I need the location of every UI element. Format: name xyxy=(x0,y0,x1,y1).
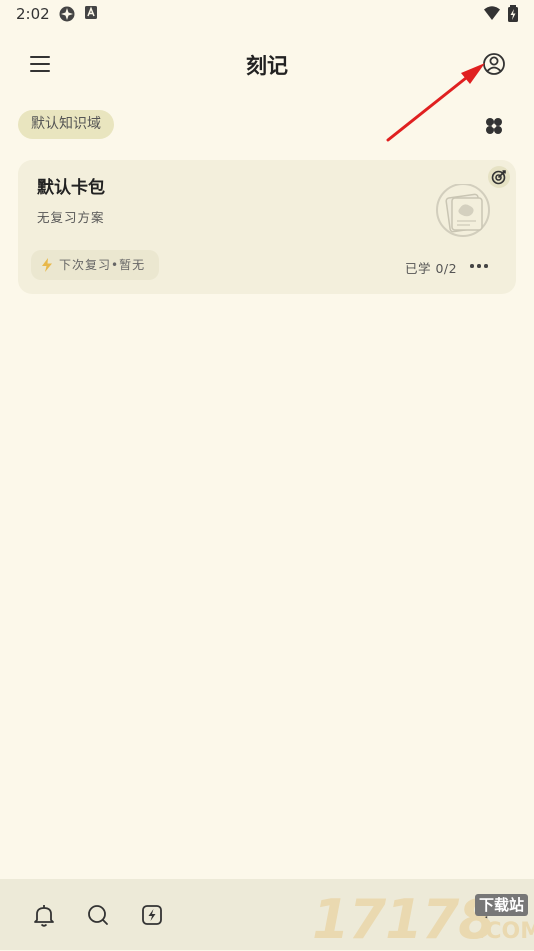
bolt-icon xyxy=(42,258,52,272)
status-time: 2:02 xyxy=(16,5,50,23)
profile-icon[interactable] xyxy=(478,48,510,80)
bell-icon[interactable] xyxy=(30,901,58,929)
watermark-suffix: .COM xyxy=(477,919,534,944)
deck-progress: 已学 0/2 xyxy=(405,261,458,276)
clover-grid-icon[interactable] xyxy=(481,113,507,139)
more-options-button[interactable] xyxy=(469,256,491,274)
quick-review-bolt-icon[interactable] xyxy=(138,901,166,929)
knowledge-domain-chip[interactable]: 默认知识域 xyxy=(18,110,114,139)
card-pack-illustration-icon xyxy=(436,184,490,237)
search-icon[interactable] xyxy=(84,901,112,929)
sync-icon xyxy=(59,6,75,22)
deck-review-plan: 无复习方案 xyxy=(37,210,105,225)
wifi-icon xyxy=(484,6,500,20)
deck-title: 默认卡包 xyxy=(37,178,105,198)
next-review-label: 下次复习•暂无 xyxy=(59,258,146,272)
site-watermark: 17178 下载站 .COM xyxy=(312,890,534,950)
deck-card[interactable]: 默认卡包 无复习方案 下次复习•暂无 已学 0/2 xyxy=(18,160,516,294)
status-bar: 2:02 xyxy=(0,0,534,28)
watermark-number: 17178 xyxy=(312,888,496,951)
notification-a-icon xyxy=(85,6,97,19)
page-title: 刻记 xyxy=(246,54,288,78)
battery-icon xyxy=(508,5,518,22)
next-review-chip[interactable]: 下次复习•暂无 xyxy=(31,250,160,280)
watermark-site-label: 下载站 xyxy=(475,894,529,916)
app-bar: 刻记 xyxy=(0,36,534,92)
